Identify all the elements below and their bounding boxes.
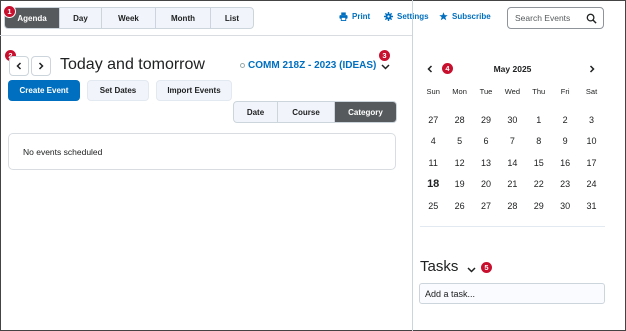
calendar-day[interactable]: 28 (499, 201, 525, 211)
next-range-button[interactable] (31, 56, 51, 76)
calendar-week-row: 27 28 29 30 1 2 3 (420, 109, 605, 131)
course-selector-label: COMM 218Z - 2023 (IDEAS) (248, 60, 377, 71)
settings-link[interactable]: Settings (384, 12, 429, 21)
calendar-day[interactable]: 16 (552, 158, 578, 168)
calendar-day[interactable]: 19 (446, 179, 472, 189)
calendar-day[interactable]: 21 (499, 179, 525, 189)
callout-badge-4: 4 (441, 62, 454, 75)
calendar-day[interactable]: 12 (446, 158, 472, 168)
calendar-dow-row: Sun Mon Tue Wed Thu Fri Sat (420, 84, 605, 98)
course-dot-icon (240, 63, 245, 68)
calendar-day[interactable]: 15 (526, 158, 552, 168)
calendar-day[interactable]: 29 (526, 201, 552, 211)
calendar-dow: Wed (504, 86, 521, 96)
sort-tab-course[interactable]: Course (278, 102, 335, 122)
range-title: Today and tomorrow (60, 56, 205, 73)
calendar-day[interactable]: 26 (446, 201, 472, 211)
calendar-day[interactable]: 28 (446, 115, 472, 125)
tasks-title: Tasks (420, 258, 459, 275)
print-label: Print (352, 12, 371, 21)
calendar-day[interactable]: 8 (526, 136, 552, 146)
create-event-button[interactable]: Create Event (8, 80, 80, 101)
star-icon (439, 12, 448, 21)
tab-list[interactable]: List (211, 8, 253, 28)
calendar-week-row: 4 5 6 7 8 9 10 (420, 131, 605, 153)
calendar-day[interactable]: 30 (499, 115, 525, 125)
search-input[interactable]: Search Events (507, 7, 604, 29)
subscribe-link[interactable]: Subscribe (439, 12, 491, 21)
calendar-day[interactable]: 9 (552, 136, 578, 146)
calendar-week-row: 11 12 13 14 15 16 17 (420, 152, 605, 174)
calendar-day[interactable]: 23 (552, 179, 578, 189)
calendar-dow: Thu (532, 86, 546, 96)
calendar-day[interactable]: 27 (420, 115, 446, 125)
view-tabs: Agenda Day Week Month List (4, 7, 254, 29)
previous-range-button[interactable] (9, 56, 29, 76)
calendar-day[interactable]: 11 (420, 158, 446, 168)
subscribe-label: Subscribe (452, 12, 491, 21)
calendar-day[interactable]: 27 (473, 201, 499, 211)
calendar-day[interactable]: 24 (578, 179, 604, 189)
header-divider (0, 35, 412, 36)
sort-tabs: Date Course Category (233, 101, 397, 123)
calendar-day[interactable]: 30 (552, 201, 578, 211)
calendar-day[interactable]: 10 (578, 136, 604, 146)
calendar-week-row: 18 19 20 21 22 23 24 (420, 174, 605, 196)
calendar-day[interactable]: 14 (499, 158, 525, 168)
calendar-day[interactable]: 29 (473, 115, 499, 125)
calendar-day[interactable]: 4 (420, 136, 446, 146)
calendar-dow: Tue (479, 86, 493, 96)
import-events-button[interactable]: Import Events (156, 80, 232, 101)
panel-divider (412, 0, 413, 331)
calendar-day[interactable]: 1 (526, 115, 552, 125)
tab-day[interactable]: Day (60, 8, 102, 28)
calendar-day[interactable]: 31 (578, 201, 604, 211)
calendar-day[interactable]: 17 (578, 158, 604, 168)
calendar-day[interactable]: 5 (446, 136, 472, 146)
calendar-dow: Fri (560, 86, 570, 96)
sort-tab-date[interactable]: Date (234, 102, 278, 122)
calendar-day[interactable]: 25 (420, 201, 446, 211)
calendar-dow: Sun (426, 86, 440, 96)
no-events-message: No events scheduled (23, 146, 103, 157)
calendar-day[interactable]: 3 (578, 115, 604, 125)
printer-icon (339, 12, 348, 21)
events-list: No events scheduled (8, 133, 396, 170)
calendar-divider (420, 226, 605, 227)
sort-tab-category[interactable]: Category (335, 102, 396, 122)
chevron-down-icon[interactable] (381, 62, 390, 71)
tab-month[interactable]: Month (156, 8, 211, 28)
search-placeholder: Search Events (515, 13, 571, 23)
calendar-dow: Mon (452, 86, 467, 96)
calendar-day[interactable]: 6 (473, 136, 499, 146)
chevron-down-icon[interactable] (467, 265, 476, 274)
calendar-day[interactable]: 7 (499, 136, 525, 146)
course-selector[interactable]: COMM 218Z - 2023 (IDEAS) (240, 60, 376, 71)
add-task-input[interactable]: Add a task... (419, 283, 605, 304)
callout-badge-5: 5 (480, 261, 493, 274)
chevron-right-icon[interactable] (588, 65, 596, 73)
calendar-day[interactable]: 20 (473, 179, 499, 189)
calendar-dow: Sat (585, 86, 598, 96)
calendar-day[interactable]: 22 (526, 179, 552, 189)
chevron-left-icon (16, 62, 22, 70)
mini-calendar-grid: Sun Mon Tue Wed Thu Fri Sat 27 28 29 30 … (420, 84, 605, 217)
callout-badge-3: 3 (378, 49, 391, 62)
set-dates-button[interactable]: Set Dates (87, 80, 149, 101)
chevron-right-icon (38, 62, 44, 70)
callout-badge-1: 1 (3, 5, 16, 18)
search-icon[interactable] (586, 13, 597, 24)
print-link[interactable]: Print (339, 12, 370, 21)
gear-icon (384, 12, 393, 21)
calendar-day-today[interactable]: 18 (420, 178, 446, 190)
calendar-day[interactable]: 13 (473, 158, 499, 168)
tab-week[interactable]: Week (102, 8, 156, 28)
calendar-week-row: 25 26 27 28 29 30 31 (420, 195, 605, 217)
calendar-day[interactable]: 2 (552, 115, 578, 125)
add-task-placeholder: Add a task... (425, 288, 476, 299)
